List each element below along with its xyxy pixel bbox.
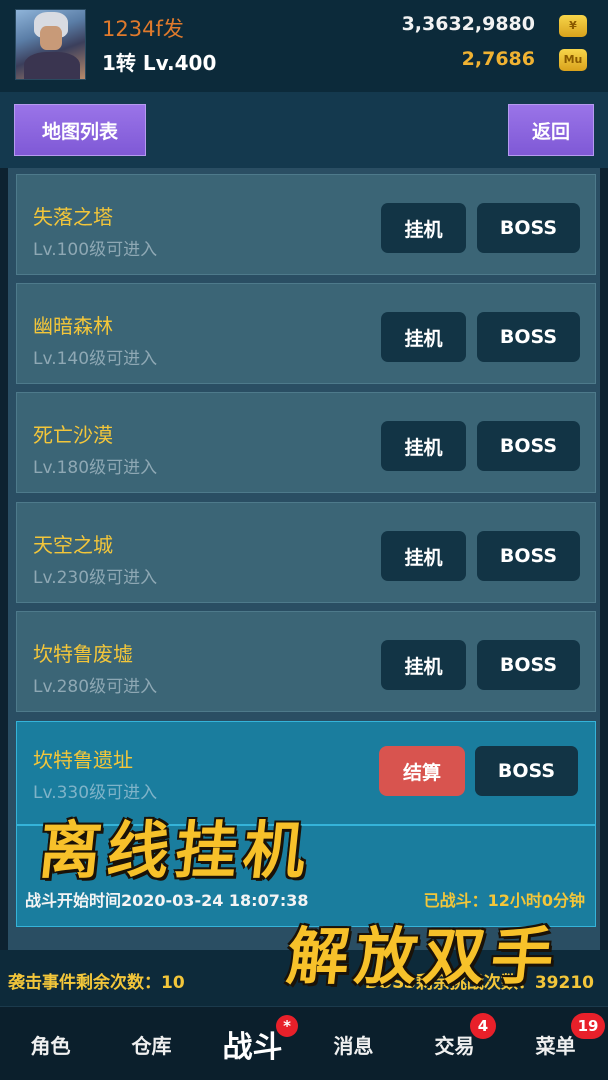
idle-button[interactable]: 挂机 (381, 203, 466, 253)
boss-button[interactable]: BOSS (475, 746, 578, 796)
player-avatar[interactable] (15, 9, 86, 80)
mu-coin-icon: Mu (559, 49, 587, 71)
nav-label: 仓库 (131, 1033, 172, 1058)
active-map-name: 坎特鲁遗址 (33, 748, 133, 772)
top-toolbar: 地图列表 返回 (0, 92, 608, 168)
nav-label: 角色 (30, 1033, 71, 1058)
nav-messages[interactable]: 消息 (303, 1007, 404, 1080)
nav-battle[interactable]: 战斗 * (202, 1007, 303, 1080)
settle-button[interactable]: 结算 (379, 746, 465, 796)
nav-warehouse[interactable]: 仓库 (101, 1007, 202, 1080)
promo-line-1: 离线挂机 (35, 814, 316, 887)
boss-button[interactable]: BOSS (477, 640, 580, 690)
nav-badge: 4 (470, 1013, 496, 1039)
map-name: 幽暗森林 (33, 314, 113, 338)
gold-amount: 3,3632,9880 (401, 13, 535, 35)
player-header: 1234f发 1转 Lv.400 3,3632,9880 ¥ 2,7686 Mu (0, 0, 608, 92)
nav-trade[interactable]: 交易 4 (404, 1007, 505, 1080)
back-button[interactable]: 返回 (508, 104, 594, 156)
bottom-nav: 角色 仓库 战斗 * 消息 交易 4 菜单 19 (0, 1006, 608, 1080)
map-name: 死亡沙漠 (33, 423, 113, 447)
nav-badge: * (276, 1015, 298, 1037)
idle-button[interactable]: 挂机 (381, 640, 466, 690)
idle-button[interactable]: 挂机 (381, 312, 466, 362)
map-name: 坎特鲁废墟 (33, 642, 133, 666)
map-row: 坎特鲁废墟 Lv.280级可进入 挂机 BOSS (16, 611, 596, 712)
nav-badge: 19 (571, 1013, 605, 1039)
nav-label: 交易 (434, 1033, 475, 1058)
map-requirement: Lv.280级可进入 (33, 677, 158, 697)
map-list-button[interactable]: 地图列表 (14, 104, 146, 156)
nav-character[interactable]: 角色 (0, 1007, 101, 1080)
nav-label: 菜单 (535, 1033, 576, 1058)
idle-button[interactable]: 挂机 (381, 531, 466, 581)
mu-amount: 2,7686 (461, 48, 535, 70)
map-name: 天空之城 (33, 533, 113, 557)
nav-label: 消息 (333, 1033, 374, 1058)
promo-line-2: 解放双手 (283, 920, 564, 993)
battle-start-time: 战斗开始时间2020-03-24 18:07:38 (25, 891, 309, 910)
boss-button[interactable]: BOSS (477, 312, 580, 362)
idle-button[interactable]: 挂机 (381, 421, 466, 471)
map-row: 失落之塔 Lv.100级可进入 挂机 BOSS (16, 174, 596, 275)
map-row: 天空之城 Lv.230级可进入 挂机 BOSS (16, 502, 596, 603)
map-requirement: Lv.140级可进入 (33, 349, 158, 369)
map-requirement: Lv.100级可进入 (33, 240, 158, 260)
map-requirement: Lv.180级可进入 (33, 458, 158, 478)
raid-remaining: 袭击事件剩余次数：10 (8, 973, 185, 993)
map-name: 失落之塔 (33, 205, 113, 229)
map-row: 死亡沙漠 Lv.180级可进入 挂机 BOSS (16, 392, 596, 493)
boss-button[interactable]: BOSS (477, 203, 580, 253)
player-name: 1234f发 (102, 17, 184, 41)
nav-label: 战斗 (222, 1030, 283, 1065)
boss-button[interactable]: BOSS (477, 531, 580, 581)
map-row: 幽暗森林 Lv.140级可进入 挂机 BOSS (16, 283, 596, 384)
map-requirement: Lv.230级可进入 (33, 568, 158, 588)
boss-button[interactable]: BOSS (477, 421, 580, 471)
nav-menu[interactable]: 菜单 19 (505, 1007, 606, 1080)
player-level: 1转 Lv.400 (102, 51, 217, 75)
gold-coin-icon: ¥ (559, 15, 587, 37)
